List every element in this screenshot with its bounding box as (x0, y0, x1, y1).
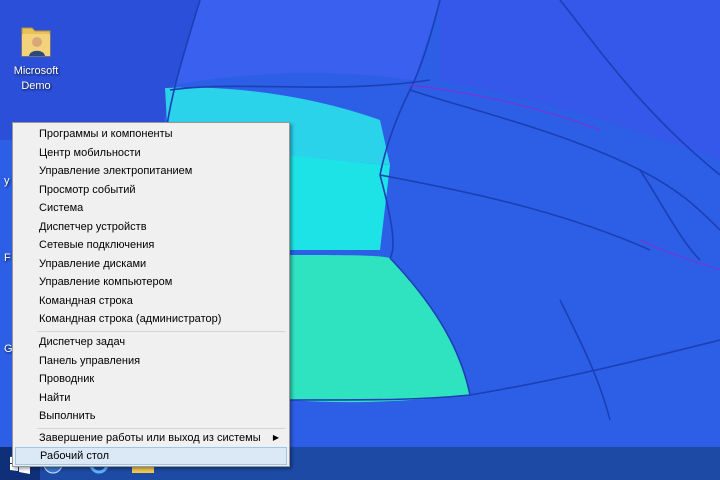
menu-item-search[interactable]: Найти (15, 389, 287, 407)
desktop-icon-label-line1: Microsoft (13, 65, 59, 77)
win-x-context-menu: Программы и компоненты Центр мобильности… (12, 122, 290, 467)
desktop-icon-label-line2: Demo (21, 80, 51, 92)
desktop-edge-label: y (4, 175, 10, 187)
menu-item-power-options[interactable]: Управление электропитанием (15, 162, 287, 180)
desktop-icon-microsoft-demo[interactable]: Microsoft Demo (6, 20, 66, 94)
chevron-right-icon: ▶ (272, 433, 279, 442)
desktop-edge-label: F (4, 252, 11, 264)
menu-item-task-manager[interactable]: Диспетчер задач (15, 333, 287, 351)
menu-item-control-panel[interactable]: Панель управления (15, 352, 287, 370)
menu-separator (37, 331, 285, 332)
menu-item-disk-management[interactable]: Управление дисками (15, 255, 287, 273)
menu-item-file-explorer[interactable]: Проводник (15, 370, 287, 388)
menu-item-shutdown-label: Завершение работы или выход из системы (39, 432, 261, 444)
menu-item-shutdown-signout[interactable]: Завершение работы или выход из системы ▶ (15, 429, 287, 447)
menu-item-command-prompt[interactable]: Командная строка (15, 292, 287, 310)
menu-item-event-viewer[interactable]: Просмотр событий (15, 181, 287, 199)
menu-item-desktop[interactable]: Рабочий стол (15, 447, 287, 465)
menu-item-network-connections[interactable]: Сетевые подключения (15, 236, 287, 254)
menu-item-mobility-center[interactable]: Центр мобильности (15, 144, 287, 162)
folder-user-icon (21, 27, 51, 57)
menu-item-run[interactable]: Выполнить (15, 407, 287, 425)
menu-item-programs-and-features[interactable]: Программы и компоненты (15, 125, 287, 143)
menu-item-system[interactable]: Система (15, 199, 287, 217)
menu-item-device-manager[interactable]: Диспетчер устройств (15, 218, 287, 236)
menu-item-command-prompt-admin[interactable]: Командная строка (администратор) (15, 310, 287, 328)
menu-item-computer-management[interactable]: Управление компьютером (15, 273, 287, 291)
